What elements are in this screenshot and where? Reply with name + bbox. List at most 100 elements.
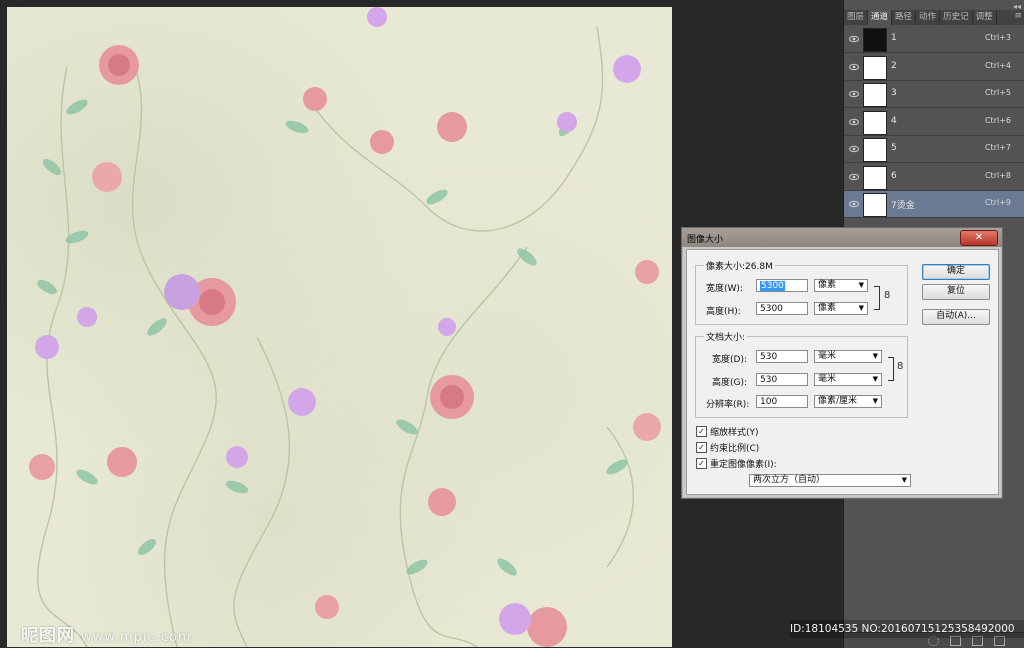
channel-thumbnail [863, 165, 887, 190]
reset-button[interactable]: 复位 [922, 284, 990, 300]
doc-height-input[interactable]: 530 [756, 373, 808, 386]
floral-pattern-artwork [29, 7, 661, 647]
image-id-strip: ID:18104535 NO:20160715125358492000 [790, 620, 1024, 638]
resample-method-value: 两次立方（自动） [753, 475, 826, 485]
panel-tabs: 图层 通道 路径 动作 历史记 调整 ≡ [844, 10, 1024, 25]
channel-name: 2 [891, 60, 897, 71]
dialog-titlebar[interactable]: 图像大小 ✕ [682, 228, 1002, 247]
tab-paths[interactable]: 路径 [892, 10, 917, 25]
dialog-body: 像素大小:26.8M 宽度(W): 5300 像素 ▼ 高度(H): 5300 像… [686, 249, 999, 495]
channel-thumbnail [863, 138, 887, 162]
watermark-brand: 昵图网 [21, 626, 75, 646]
eye-icon[interactable] [849, 89, 859, 99]
chevron-down-icon: ▼ [858, 281, 864, 289]
constrain-bracket [888, 357, 894, 381]
channel-row[interactable]: 4 Ctrl+6 [844, 108, 1024, 136]
resample-method-select[interactable]: 两次立方（自动） ▼ [749, 474, 911, 487]
pixel-height-value: 5300 [760, 304, 783, 314]
document-size-title: 文档大小: [704, 330, 748, 343]
auto-button[interactable]: 自动(A)... [922, 309, 990, 325]
doc-height-unit: 毫米 [818, 374, 837, 384]
channel-thumbnail [863, 55, 887, 80]
document-size-group: 文档大小: 宽度(D): 530 毫米 ▼ 高度(G): 530 毫米 ▼ 分辨率(… [695, 330, 908, 418]
chevron-down-icon: ▼ [901, 476, 907, 484]
pixel-height-input[interactable]: 5300 [756, 302, 808, 315]
doc-width-value: 530 [760, 352, 778, 362]
ok-button[interactable]: 确定 [922, 264, 990, 280]
channel-name: 6 [891, 170, 897, 181]
channel-shortcut: Ctrl+7 [984, 143, 1011, 152]
eye-icon[interactable] [849, 144, 859, 154]
watermark-url: www.nipic.com [81, 630, 192, 645]
channel-thumbnail [863, 83, 887, 107]
image-canvas[interactable]: 昵图网 www.nipic.com [7, 7, 672, 647]
chevron-down-icon: ▼ [872, 397, 878, 405]
doc-width-input[interactable]: 530 [756, 350, 808, 363]
tab-layers[interactable]: 图层 [844, 10, 869, 25]
channel-name: 3 [891, 88, 897, 98]
constrain-proportions-checkbox[interactable]: ✓ 约束比例(C) [696, 441, 759, 454]
resolution-value: 100 [760, 397, 778, 407]
channel-row[interactable]: 3 Ctrl+5 [844, 81, 1024, 108]
channel-thumbnail [863, 193, 887, 217]
doc-height-unit-select[interactable]: 毫米 ▼ [814, 373, 882, 386]
pixel-dimensions-title: 像素大小:26.8M [704, 259, 775, 272]
channel-row[interactable]: 7烫金 Ctrl+9 [844, 191, 1024, 218]
pixel-height-unit: 像素 [818, 303, 837, 313]
chevron-down-icon: ▼ [858, 304, 864, 312]
watermark-logo: 昵图网 www.nipic.com [21, 621, 192, 646]
pixel-width-value: 5300 [760, 281, 785, 291]
pixel-width-input[interactable]: 5300 [756, 279, 808, 292]
close-button[interactable]: ✕ [960, 230, 998, 246]
constrain-bracket [874, 286, 880, 310]
channel-shortcut: Ctrl+3 [984, 33, 1011, 42]
channel-shortcut: Ctrl+5 [984, 88, 1011, 97]
chevron-down-icon: ▼ [872, 352, 878, 360]
link-icon: 8 [897, 361, 904, 372]
pixel-width-unit-select[interactable]: 像素 ▼ [814, 279, 868, 292]
doc-width-unit: 毫米 [818, 351, 837, 361]
dialog-title: 图像大小 [687, 235, 724, 245]
checkbox-check-icon: ✓ [696, 442, 707, 453]
resolution-input[interactable]: 100 [756, 395, 808, 408]
channel-name: 7烫金 [891, 201, 915, 211]
eye-icon[interactable] [849, 34, 859, 44]
channel-name: 4 [891, 115, 897, 126]
tab-adjustments[interactable]: 调整 [973, 10, 997, 25]
constrain-proportions-label: 约束比例(C) [710, 444, 760, 454]
pixel-height-unit-select[interactable]: 像素 ▼ [814, 302, 868, 315]
resolution-unit-select[interactable]: 像素/厘米 ▼ [814, 395, 882, 408]
channel-row[interactable]: 5 Ctrl+7 [844, 136, 1024, 163]
channel-row[interactable]: 2 Ctrl+4 [844, 53, 1024, 81]
link-icon: 8 [884, 290, 891, 301]
checkbox-check-icon: ✓ [696, 458, 707, 469]
tab-history[interactable]: 历史记 [940, 10, 973, 25]
channel-name: 5 [891, 143, 897, 153]
channel-shortcut: Ctrl+8 [984, 170, 1011, 180]
eye-icon[interactable] [849, 172, 859, 182]
eye-icon[interactable] [849, 117, 859, 127]
doc-width-unit-select[interactable]: 毫米 ▼ [814, 350, 882, 363]
pixel-height-label: 高度(H): [706, 307, 741, 317]
eye-icon[interactable] [849, 62, 859, 72]
channel-row[interactable]: 1 Ctrl+3 [844, 26, 1024, 53]
channel-shortcut: Ctrl+4 [984, 60, 1011, 70]
channel-shortcut: Ctrl+6 [984, 115, 1011, 125]
tab-actions[interactable]: 动作 [916, 10, 941, 25]
channel-row[interactable]: 6 Ctrl+8 [844, 163, 1024, 191]
scale-styles-checkbox[interactable]: ✓ 缩放样式(Y) [696, 425, 759, 438]
chevron-down-icon: ▼ [872, 375, 878, 383]
panel-menu-icon[interactable]: ≡ [1011, 10, 1024, 25]
doc-height-value: 530 [760, 375, 778, 385]
resample-image-checkbox[interactable]: ✓ 重定图像像素(I): [696, 457, 777, 470]
tab-channels[interactable]: 通道 [868, 10, 893, 25]
pixel-width-label: 宽度(W): [706, 284, 743, 294]
pixel-dimensions-group: 像素大小:26.8M 宽度(W): 5300 像素 ▼ 高度(H): 5300 像… [695, 259, 908, 325]
pixel-width-unit: 像素 [818, 280, 837, 290]
scale-styles-label: 缩放样式(Y) [710, 428, 759, 438]
channel-thumbnail [863, 28, 887, 52]
resolution-label: 分辨率(R): [706, 400, 750, 410]
eye-icon[interactable] [849, 199, 859, 209]
resolution-unit: 像素/厘米 [818, 396, 858, 406]
channel-thumbnail [863, 110, 887, 135]
